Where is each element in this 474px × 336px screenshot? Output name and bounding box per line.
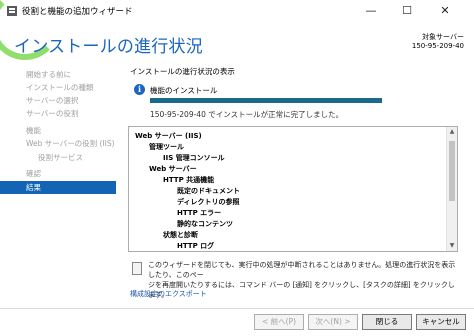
close-button[interactable]: 閉じる (362, 314, 412, 330)
previous-button[interactable]: < 前へ(P) (254, 314, 304, 330)
nav-item-server-roles[interactable]: サーバーの役割 (0, 107, 116, 120)
results-tree-item: Web サーバー (149, 165, 197, 173)
note-line-1: このウィザードを閉じても、実行中の処理が中断されることはありません。処理の進行状… (148, 261, 456, 279)
target-server-label: 対象サーバー (422, 33, 464, 41)
results-tree-item: 静的なコンテンツ (177, 220, 233, 228)
page-title: インストールの進行状況 (14, 37, 203, 57)
results-tree-item: IIS 管理コンソール (163, 154, 225, 162)
nav-item-results[interactable]: 結果 (0, 181, 116, 194)
minimize-button[interactable]: — (356, 0, 386, 22)
scroll-thumb[interactable] (449, 141, 455, 201)
result-text: 150-95-209-40 でインストールが正常に完了しました。 (150, 110, 344, 119)
results-tree-item: Web サーバー (IIS) (135, 132, 202, 140)
export-settings-link[interactable]: 構成設定のエクスポート (130, 289, 207, 299)
title-bar: 役割と機能の追加ウィザード — ☐ ✕ (0, 0, 474, 22)
target-server-value: 150-95-209-40 (411, 42, 464, 50)
results-tree-item: HTTP ログ (177, 242, 215, 250)
next-button[interactable]: 次へ(N) > (308, 314, 358, 330)
nav-item-server-selection[interactable]: サーバーの選択 (0, 94, 116, 107)
results-tree-item: HTTP エラー (177, 209, 222, 217)
results-scrollbar[interactable]: ▲ ▼ (446, 127, 457, 251)
note-icon (132, 262, 142, 275)
results-tree-item: HTTP 共通機能 (163, 176, 215, 184)
results-list[interactable]: Web サーバー (IIS) 管理ツール IIS 管理コンソール Web サーバー HT… (128, 126, 458, 252)
results-tree-item: 管理ツール (149, 143, 184, 151)
scroll-down-icon[interactable]: ▼ (447, 241, 457, 251)
results-tree-item: 既定のドキュメント (177, 187, 240, 195)
close-window-button[interactable]: ✕ (430, 0, 460, 22)
cancel-button[interactable]: キャンセル (416, 314, 466, 330)
progress-bar (150, 98, 382, 103)
wizard-navigation: 開始する前に インストールの種類 サーバーの選択 サーバーの役割 機能 Web … (0, 64, 118, 304)
scroll-up-icon[interactable]: ▲ (447, 127, 457, 137)
nav-item-web-server-role[interactable]: Web サーバーの役割 (IIS) (0, 137, 116, 150)
section-label: インストールの進行状況の表示 (130, 67, 235, 76)
nav-item-before-you-begin[interactable]: 開始する前に (0, 68, 116, 81)
info-icon: i (134, 84, 145, 95)
progress-fill (150, 98, 382, 103)
nav-item-role-services[interactable]: 役割サービス (0, 151, 116, 164)
footer-divider (0, 308, 474, 309)
results-tree-item: 状態と診断 (163, 231, 198, 239)
page-header: インストールの進行状況 対象サーバー 150-95-209-40 (0, 22, 474, 62)
nav-item-installation-type[interactable]: インストールの種類 (0, 81, 116, 94)
maximize-button[interactable]: ☐ (392, 0, 422, 22)
results-tree-item: ディレクトリの参照 (177, 198, 240, 206)
status-text: 機能のインストール (150, 86, 218, 95)
nav-item-confirmation[interactable]: 確認 (0, 167, 116, 180)
main-content: インストールの進行状況の表示 i 機能のインストール 150-95-209-40… (122, 64, 466, 308)
nav-item-features[interactable]: 機能 (0, 124, 116, 137)
